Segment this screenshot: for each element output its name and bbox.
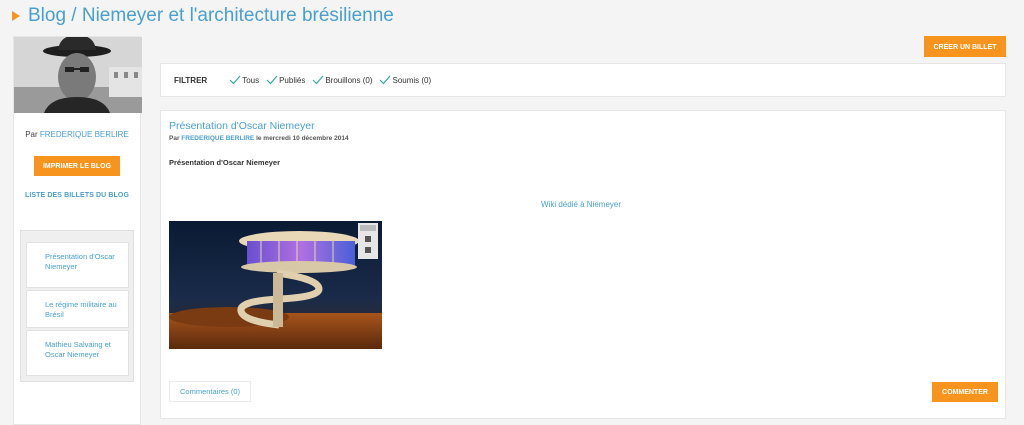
post-title-link[interactable]: Présentation d'Oscar Niemeyer [169,120,315,132]
comment-button[interactable]: COMMENTER [932,382,998,402]
comments-toggle[interactable]: Commentaires (0) [169,381,251,402]
author-prefix: Par [25,130,38,139]
post-panel: Présentation d'Oscar Niemeyer Par FREDER… [160,110,1006,419]
author-link[interactable]: FREDERIQUE BERLIRE [40,130,129,139]
post-list-item[interactable]: Le régime militaire au Brésil [26,290,129,328]
page-header: Blog / Niemeyer et l'architecture brésil… [12,3,394,29]
print-blog-button[interactable]: IMPRIMER LE BLOG [34,156,120,176]
meta-author-link[interactable]: FREDERIQUE BERLIRE [181,135,254,142]
post-list-item[interactable]: Présentation d'Oscar Niemeyer [26,242,129,288]
filter-option-label: Brouillons (0) [325,75,373,85]
filter-option-label: Tous [242,75,260,85]
filter-option-all[interactable]: Tous [229,75,259,85]
filter-option-label: Publiés [279,75,306,85]
post-list: Présentation d'Oscar Niemeyer Le régime … [20,230,134,382]
meta-date: le mercredi 10 décembre 2014 [256,135,349,142]
check-icon [229,75,241,85]
check-icon [380,75,391,85]
filter-option-label: Soumis (0) [392,75,432,85]
filter-option-published[interactable]: Publiés [266,75,305,85]
wiki-link[interactable]: Wiki dédié à Niemeyer [541,200,621,209]
page-title: Blog / Niemeyer et l'architecture brésil… [28,5,394,26]
filter-option-drafts[interactable]: Brouillons (0) [312,75,372,85]
post-list-item[interactable]: Mathieu Salvaing et Oscar Niemeyer [26,330,129,376]
create-post-button[interactable]: CRÉER UN BILLET [924,36,1006,57]
avatar [14,37,142,113]
filter-option-submitted[interactable]: Soumis (0) [379,75,431,85]
filter-bar: FILTRER Tous Publiés Brouillons (0) Soum… [160,63,1006,97]
post-image [169,221,382,349]
post-subtitle: Présentation d'Oscar Niemeyer [169,158,280,167]
post-meta: Par FREDERIQUE BERLIRE le mercredi 10 dé… [169,135,349,142]
meta-prefix: Par [169,135,180,142]
triangle-icon [12,11,20,21]
filter-label: FILTRER [174,75,208,85]
post-list-link[interactable]: LISTE DES BILLETS DU BLOG [14,192,140,199]
author-line: Par FREDERIQUE BERLIRE [14,130,140,139]
check-icon [312,75,324,85]
sidebar: Par FREDERIQUE BERLIRE IMPRIMER LE BLOG … [13,36,142,425]
check-icon [266,75,278,85]
